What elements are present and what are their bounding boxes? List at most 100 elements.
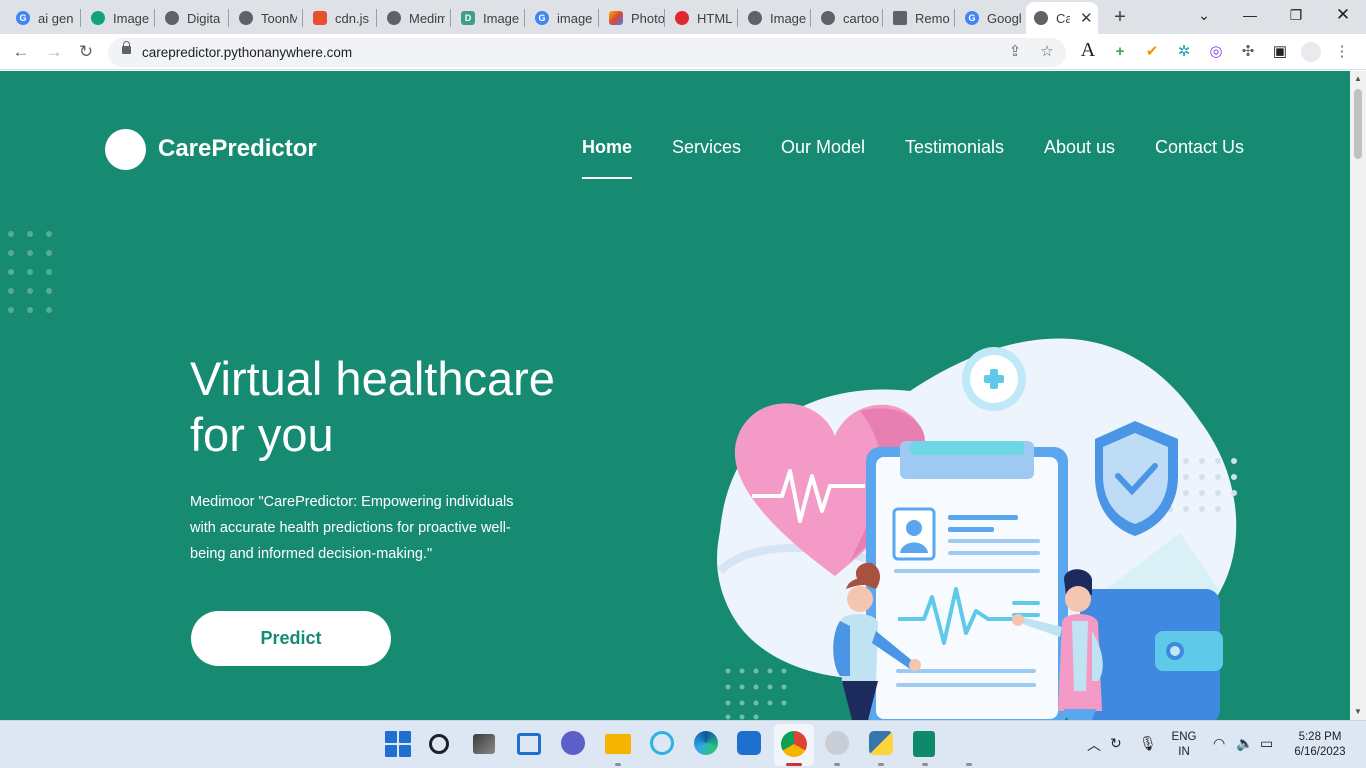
google-icon: G [535,11,549,25]
scroll-up-arrow-icon[interactable]: ▲ [1354,74,1362,83]
url-text[interactable]: carepredictor.pythonanywhere.com [142,45,352,60]
hero-title: Virtual healthcare for you [190,351,610,463]
page-scrollbar[interactable]: ▲ ▼ [1350,71,1366,720]
widgets-icon[interactable] [517,733,541,755]
microsoft-store-icon[interactable] [737,731,761,755]
active-indicator [786,763,802,766]
browser-tab[interactable]: Medim [377,6,449,30]
chevron-up-icon[interactable]: ︿ [1087,735,1101,755]
profile-avatar[interactable] [1301,42,1321,62]
google-icon: G [16,11,30,25]
teams-chat-icon[interactable] [561,731,585,755]
new-tab-button[interactable]: + [1109,6,1131,28]
browser-toolbar: ← → ↻ carepredictor.pythonanywhere.com ⇪… [0,34,1366,70]
tab-title: HTML [697,10,733,26]
chrome-browser-icon[interactable] [781,731,807,757]
tab-title: Digita [187,10,221,26]
battery-icon[interactable]: ▭ [1260,735,1273,752]
browser-tab[interactable]: Image [81,6,153,30]
close-tab-icon[interactable]: ✕ [1080,9,1093,27]
running-indicator [615,763,621,766]
back-arrow-icon[interactable]: ← [10,41,32,63]
notepad-icon[interactable] [913,731,935,757]
share-icon[interactable]: ⇪ [1006,43,1024,61]
browser-tab[interactable]: cartoo [811,6,881,30]
browser-tab[interactable]: Photo [599,6,671,30]
reload-icon[interactable]: ↻ [75,41,97,63]
browser-tab[interactable]: ToonM [229,6,301,30]
browser-tab[interactable]: Remo [883,6,953,30]
wifi-icon[interactable]: ◠ [1213,735,1225,752]
scroll-down-arrow-icon[interactable]: ▼ [1354,707,1362,716]
language-indicator[interactable]: ENG IN [1170,730,1198,760]
add-extension-icon[interactable]: + [1111,43,1129,61]
browser-tab-active[interactable]: Ca ✕ [1026,2,1098,34]
volume-icon[interactable]: 🔈 [1236,735,1253,752]
nav-contact-us[interactable]: Contact Us [1155,137,1244,158]
browser-tab[interactable]: D Image [451,6,523,30]
browser-tab-strip: G ai gen Image Digita ToonM cdn.js Medim… [0,0,1366,34]
decorative-dot-grid [8,231,52,313]
browser-tab[interactable]: G Googl [955,6,1025,30]
minimize-button[interactable]: — [1227,4,1273,26]
ai-extension-icon[interactable]: ✲ [1175,43,1193,61]
browser-tab[interactable]: HTML [665,6,737,30]
tab-search-chevron-icon[interactable]: ⌄ [1181,4,1227,26]
nav-testimonials[interactable]: Testimonials [905,137,1004,158]
menu-kebab-icon[interactable]: ⋮ [1333,43,1351,61]
edge-browser-icon[interactable] [694,731,718,755]
brand-name[interactable]: CarePredictor [158,135,317,163]
restore-button[interactable]: ❐ [1273,4,1319,26]
side-panel-icon[interactable]: ▣ [1271,43,1289,61]
clock[interactable]: 5:28 PM 6/16/2023 [1288,730,1352,760]
tab-title: Ca [1056,10,1070,26]
opera-icon [675,11,689,25]
browser-tab[interactable]: G ai gen [6,6,76,30]
search-icon[interactable] [429,734,449,754]
hero-description: Medimoor "CarePredictor: Empowering indi… [190,494,514,562]
sync-icon[interactable]: ↻ [1110,735,1122,752]
nav-home[interactable]: Home [582,137,632,158]
globe-icon [239,11,253,25]
clock-date: 6/16/2023 [1294,746,1346,758]
google-icon: G [965,11,979,25]
clip-extension-icon[interactable]: ◎ [1207,43,1225,61]
close-window-button[interactable]: ✕ [1320,4,1366,26]
python-icon[interactable] [869,731,893,755]
browser-tab[interactable]: G image [525,6,597,30]
d-icon: D [461,11,475,25]
task-view-icon[interactable] [473,734,495,754]
tab-title: Remo [915,10,950,26]
browser-tab[interactable]: Image [738,6,810,30]
colorful-icon [609,11,623,25]
tab-title: Image [770,10,806,26]
hero-title-line-1: Virtual healthcare [190,352,555,405]
globe-icon [387,11,401,25]
bookmark-star-icon[interactable]: ☆ [1038,43,1056,61]
tab-title: Googl [987,10,1022,26]
address-bar[interactable]: carepredictor.pythonanywhere.com ⇪ ☆ [108,38,1066,67]
microphone-icon[interactable]: 🎙 [1139,735,1157,752]
file-explorer-icon[interactable] [605,734,631,754]
scrollbar-thumb[interactable] [1354,89,1362,159]
tab-title: Image [483,10,519,26]
tab-title: Medim [409,10,445,26]
lock-icon[interactable] [122,41,131,54]
extensions-puzzle-icon[interactable]: ✣ [1239,43,1257,61]
browser-tab[interactable]: cdn.js [303,6,375,30]
grammar-extension-icon[interactable]: ✔ [1143,43,1161,61]
running-indicator [966,763,972,766]
cortana-icon[interactable] [650,731,674,755]
reader-font-icon[interactable]: A [1079,40,1097,60]
nav-about-us[interactable]: About us [1044,137,1115,158]
logo-icon[interactable] [105,129,146,170]
tab-title: cdn.js [335,10,369,26]
nav-services[interactable]: Services [672,137,741,158]
windows-taskbar: ︿ ↻ 🎙 ENG IN ◠ 🔈 ▭ 5:28 PM 6/16/2023 [0,720,1366,768]
settings-gear-icon[interactable] [825,731,849,755]
browser-tab[interactable]: Digita [155,6,227,30]
start-windows-icon[interactable] [385,731,411,757]
predict-button[interactable]: Predict [191,611,391,666]
forward-arrow-icon[interactable]: → [43,41,65,63]
nav-our-model[interactable]: Our Model [781,137,865,158]
